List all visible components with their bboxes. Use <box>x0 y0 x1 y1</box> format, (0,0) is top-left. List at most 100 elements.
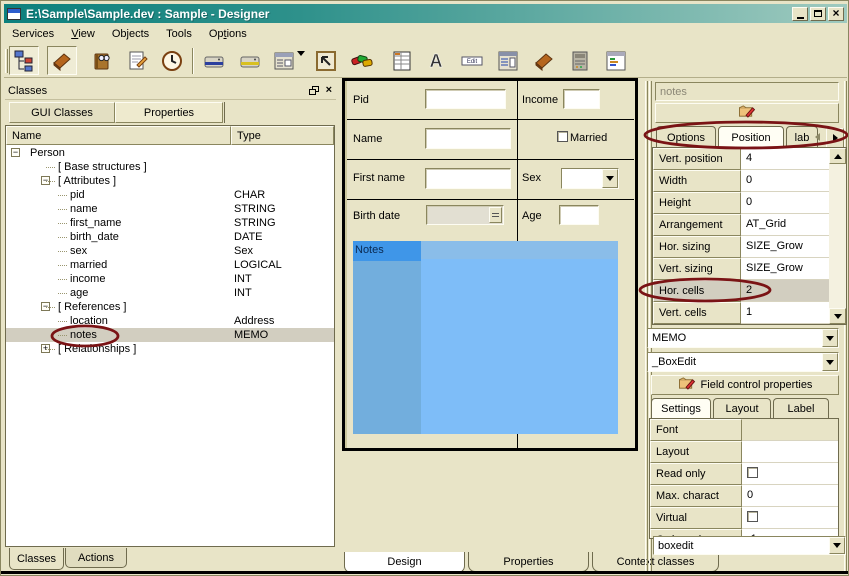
tree-row-first-name[interactable]: first_nameSTRING <box>6 216 334 230</box>
float-pane-icon[interactable] <box>309 86 320 95</box>
tree-row-age[interactable]: ageINT <box>6 286 334 300</box>
field-control-properties-button[interactable]: Field control properties <box>651 375 839 395</box>
pid-input[interactable] <box>425 89 506 109</box>
tree-row-name[interactable]: nameSTRING <box>6 202 334 216</box>
property-value[interactable]: 0 <box>741 192 829 214</box>
tab-properties[interactable]: Properties <box>115 102 223 123</box>
property-value[interactable]: 0 <box>741 170 829 192</box>
document-edit-icon[interactable] <box>123 46 153 75</box>
property-value[interactable]: SIZE_Grow <box>741 258 829 280</box>
scrollbar-up-button[interactable] <box>829 148 846 164</box>
tab-position[interactable]: Position <box>718 126 784 148</box>
column-header-name[interactable]: Name <box>6 126 231 145</box>
tree-row-location[interactable]: locationAddress <box>6 314 334 328</box>
eraser-2-icon[interactable] <box>529 46 559 75</box>
dropdown-arrow-icon[interactable] <box>297 56 307 66</box>
machine-icon[interactable] <box>565 46 595 75</box>
tree-row-attributes[interactable]: −[ Attributes ] <box>6 174 334 188</box>
form-window-icon[interactable] <box>269 46 299 75</box>
minimize-button[interactable] <box>792 7 808 21</box>
tree-row-references[interactable]: −[ References ] <box>6 300 334 314</box>
toolbar-grabber[interactable] <box>5 49 8 73</box>
tab-layout[interactable]: Layout <box>713 398 771 419</box>
boxedit-combobox[interactable]: boxedit <box>653 536 846 555</box>
tree-row-sex[interactable]: sexSex <box>6 244 334 258</box>
income-input[interactable] <box>563 89 600 109</box>
sex-dropdown-button[interactable] <box>602 169 618 188</box>
property-checkbox[interactable] <box>747 511 758 522</box>
menu-view[interactable]: View <box>71 28 95 40</box>
window-script-icon[interactable] <box>601 46 631 75</box>
scrollbar-down-button[interactable] <box>829 308 846 324</box>
tab-scroll-right-button[interactable] <box>826 128 844 148</box>
tree-row-birth-date[interactable]: birth_dateDATE <box>6 230 334 244</box>
field-type-combobox[interactable]: MEMO <box>647 328 839 348</box>
tab-design[interactable]: Design <box>344 552 465 573</box>
name-input[interactable] <box>425 128 511 149</box>
tree-row-person[interactable]: −Person <box>6 146 334 160</box>
control-class-combobox[interactable]: _BoxEdit <box>647 352 839 372</box>
property-checkbox[interactable] <box>747 467 758 478</box>
tab-label[interactable]: Label <box>773 398 829 419</box>
property-value[interactable] <box>742 441 838 463</box>
colors-icon[interactable] <box>347 46 377 75</box>
table-icon[interactable] <box>387 46 417 75</box>
menu-tools[interactable]: Tools <box>166 28 192 40</box>
property-value[interactable]: AT_Grid <box>741 214 829 236</box>
property-value[interactable]: SIZE_Grow <box>741 236 829 258</box>
notes-memo-control[interactable] <box>421 259 618 434</box>
menu-objects[interactable]: Objects <box>112 28 149 40</box>
drive-blue-icon[interactable] <box>199 46 229 75</box>
tree-row-married[interactable]: marriedLOGICAL <box>6 258 334 272</box>
tree-row-income[interactable]: incomeINT <box>6 272 334 286</box>
panel-splitter[interactable] <box>645 81 648 571</box>
menu-services[interactable]: Services <box>12 28 54 40</box>
married-checkbox[interactable] <box>557 131 568 142</box>
editbox-icon[interactable]: Edit <box>457 46 487 75</box>
tab-scroll-left-icon[interactable] <box>815 133 820 141</box>
font-icon[interactable]: A <box>421 46 451 75</box>
form-list-icon[interactable] <box>493 46 523 75</box>
tab-options[interactable]: Options <box>656 126 716 148</box>
drive-yellow-icon[interactable] <box>235 46 265 75</box>
date-picker-button[interactable] <box>489 207 502 223</box>
hierarchy-icon[interactable] <box>9 46 39 75</box>
tab-actions-bottom[interactable]: Actions <box>65 548 127 568</box>
boxedit-dropdown-button[interactable] <box>829 537 845 554</box>
property-value[interactable]: 0 <box>742 485 838 507</box>
close-pane-icon[interactable]: × <box>326 86 332 95</box>
clock-icon[interactable] <box>157 46 187 75</box>
eraser-icon[interactable] <box>47 46 77 75</box>
close-button[interactable]: × <box>828 7 844 21</box>
tab-context-classes[interactable]: Context classes <box>592 552 719 572</box>
notes-memo-label[interactable]: Notes <box>353 241 421 261</box>
type-dropdown-button[interactable] <box>822 329 838 347</box>
image-arrow-icon[interactable] <box>311 46 341 75</box>
tab-classes-bottom[interactable]: Classes <box>9 548 64 570</box>
collapse-icon[interactable]: − <box>11 148 20 157</box>
menu-options[interactable]: Options <box>209 28 247 40</box>
tab-gui-classes[interactable]: GUI Classes <box>9 102 115 123</box>
birth-date-input[interactable] <box>426 205 504 225</box>
control-dropdown-button[interactable] <box>822 353 838 371</box>
maximize-button[interactable] <box>810 7 826 21</box>
column-header-type[interactable]: Type <box>231 126 334 145</box>
property-value[interactable]: 4 <box>741 148 829 170</box>
notes-memo-label-column[interactable] <box>353 261 421 434</box>
tab-properties-bottom[interactable]: Properties <box>468 552 589 572</box>
property-value[interactable] <box>742 507 838 529</box>
tree-row-base-structures[interactable]: [ Base structures ] <box>6 160 334 174</box>
property-value[interactable] <box>742 419 838 441</box>
tree-row-pid[interactable]: pidCHAR <box>6 188 334 202</box>
book-glasses-icon[interactable] <box>87 46 117 75</box>
property-value[interactable]: 2 <box>741 280 829 302</box>
tree-row-relationships[interactable]: +[ Relationships ] <box>6 342 334 356</box>
tree-row-notes[interactable]: notesMEMO <box>6 328 334 342</box>
edit-field-button[interactable] <box>655 103 839 123</box>
scrollbar-track[interactable] <box>829 164 846 308</box>
property-value[interactable] <box>742 463 838 485</box>
sex-combobox[interactable] <box>561 168 619 189</box>
age-input[interactable] <box>559 205 599 225</box>
first-name-input[interactable] <box>425 168 511 189</box>
tab-settings[interactable]: Settings <box>651 398 711 419</box>
